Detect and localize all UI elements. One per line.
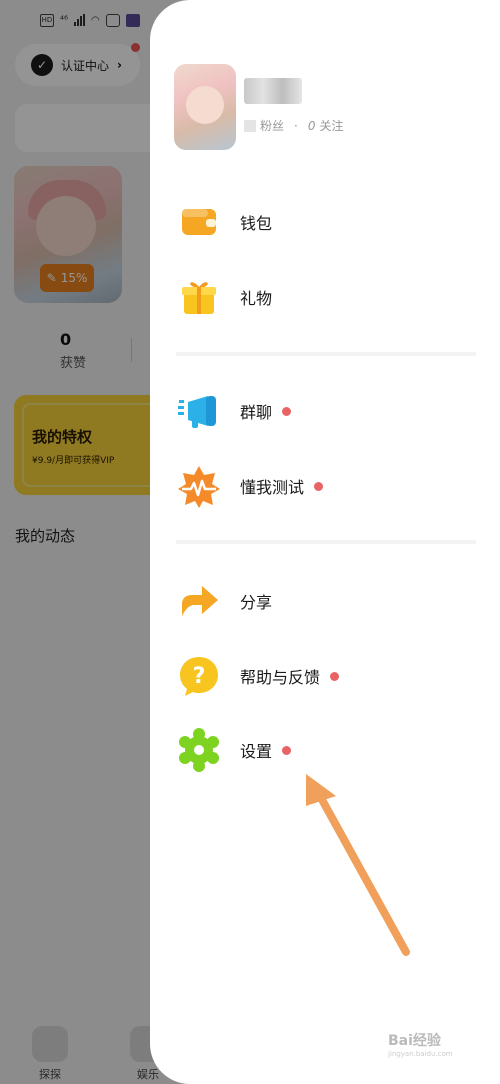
watermark-text: Bai经验 <box>388 1033 441 1049</box>
annotation-arrow <box>306 774 410 956</box>
watermark-url: jingyan.baidu.com <box>388 1050 453 1058</box>
baidu-watermark: Bai经验 jingyan.baidu.com <box>388 1030 453 1058</box>
